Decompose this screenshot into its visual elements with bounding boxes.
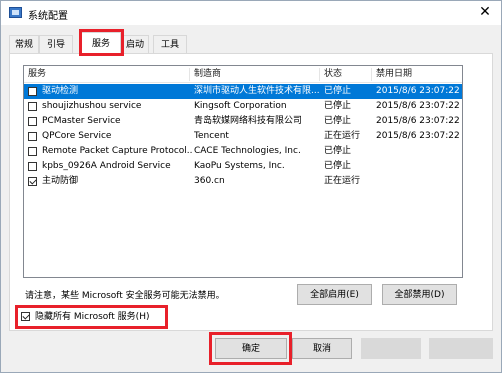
row-disable-date [376, 174, 462, 189]
row-service-name: 主动防御 [42, 176, 79, 186]
service-row[interactable]: 驱动检测 深圳市驱动人生软件技术有限... 已停止 2015/8/6 23:07:22 [24, 84, 462, 99]
system-config-icon [9, 7, 22, 18]
enable-all-button[interactable]: 全部启用(E) [297, 284, 372, 305]
row-maker: KaoPu Systems, Inc. [194, 161, 285, 171]
column-header-service[interactable]: 服务 [24, 68, 190, 81]
row-maker: 360.cn [194, 176, 225, 186]
row-service-name: Remote Packet Capture Protocol... [42, 146, 192, 156]
row-disable-date: 2015/8/6 23:07:22 [376, 101, 460, 111]
service-row[interactable]: kpbs_0926A Android Service KaoPu Systems,… [24, 159, 462, 174]
hide-ms-services-label: 隐藏所有 Microsoft 服务(H) [35, 312, 150, 322]
tab-general[interactable]: 常规 [9, 35, 39, 53]
row-maker: Kingsoft Corporation [194, 101, 287, 111]
row-maker: 青岛软媒网络科技有限公司 [194, 116, 303, 126]
row-service-name: kpbs_0926A Android Service [42, 161, 171, 171]
service-row[interactable]: PCMaster Service 青岛软媒网络科技有限公司 已停止 2015/8/6 … [24, 114, 462, 129]
row-disable-date: 2015/8/6 23:07:22 [376, 131, 460, 141]
service-checkbox[interactable] [28, 87, 37, 96]
disable-all-button[interactable]: 全部禁用(D) [382, 284, 457, 305]
window-title: 系统配置 [28, 11, 68, 22]
tab-tools[interactable]: 工具 [153, 35, 187, 53]
service-checkbox[interactable] [28, 117, 37, 126]
tab-services[interactable]: 服务 [81, 32, 121, 54]
row-status: 已停止 [324, 101, 352, 111]
hide-ms-services-checkbox[interactable] [21, 312, 30, 321]
hide-ms-services-option[interactable]: 隐藏所有 Microsoft 服务(H) [21, 310, 171, 325]
row-service-name: 驱动检测 [42, 86, 79, 96]
row-status: 已停止 [324, 161, 352, 171]
obscured-help-button [429, 338, 493, 359]
row-status: 已停止 [324, 146, 352, 156]
row-status: 正在运行 [324, 131, 361, 141]
cancel-button[interactable]: 取消 [292, 338, 352, 359]
service-row[interactable]: 主动防御 360.cn 正在运行 [24, 174, 462, 189]
row-status: 正在运行 [324, 176, 361, 186]
row-disable-date: 2015/8/6 23:07:22 [376, 86, 460, 96]
tab-startup[interactable]: 启动 [121, 35, 149, 53]
list-header: 服务 制造商 状态 禁用日期 [24, 66, 462, 83]
row-disable-date [376, 159, 462, 174]
row-service-name: PCMaster Service [42, 116, 121, 126]
service-checkbox[interactable] [28, 162, 37, 171]
column-header-date[interactable]: 禁用日期 [372, 68, 462, 81]
security-notice: 请注意，某些 Microsoft 安全服务可能无法禁用。 [25, 291, 225, 301]
service-row[interactable]: QPCore Service Tencent 正在运行 2015/8/6 23:07:… [24, 129, 462, 144]
service-checkbox[interactable] [28, 147, 37, 156]
service-checkbox[interactable] [28, 132, 37, 141]
tab-boot[interactable]: 引导 [39, 35, 73, 53]
row-status: 已停止 [324, 86, 352, 96]
service-checkbox[interactable] [28, 177, 37, 186]
services-list[interactable]: 服务 制造商 状态 禁用日期 驱动检测 深圳市驱动人生软件技术有限... 已停止 20… [23, 65, 463, 278]
close-icon[interactable]: ✕ [475, 3, 495, 21]
column-header-status[interactable]: 状态 [320, 68, 372, 81]
ok-button[interactable]: 确定 [215, 338, 287, 359]
row-disable-date: 2015/8/6 23:07:22 [376, 116, 460, 126]
row-maker: CACE Technologies, Inc. [194, 146, 301, 156]
column-header-maker[interactable]: 制造商 [190, 68, 320, 81]
obscured-apply-button [361, 338, 421, 359]
row-maker: 深圳市驱动人生软件技术有限... [194, 86, 320, 96]
row-maker: Tencent [194, 131, 229, 141]
system-config-window: 系统配置 ✕ 常规 引导 服务 启动 工具 服务 制造商 状态 禁用日期 驱动检… [0, 0, 502, 373]
title-bar: 系统配置 ✕ [1, 1, 501, 25]
row-service-name: QPCore Service [42, 131, 112, 141]
service-row[interactable]: shoujizhushou service Kingsoft Corporatio… [24, 99, 462, 114]
row-disable-date [376, 144, 462, 159]
row-status: 已停止 [324, 116, 352, 126]
service-checkbox[interactable] [28, 102, 37, 111]
service-row[interactable]: Remote Packet Capture Protocol... CACE Te… [24, 144, 462, 159]
row-service-name: shoujizhushou service [42, 101, 142, 111]
